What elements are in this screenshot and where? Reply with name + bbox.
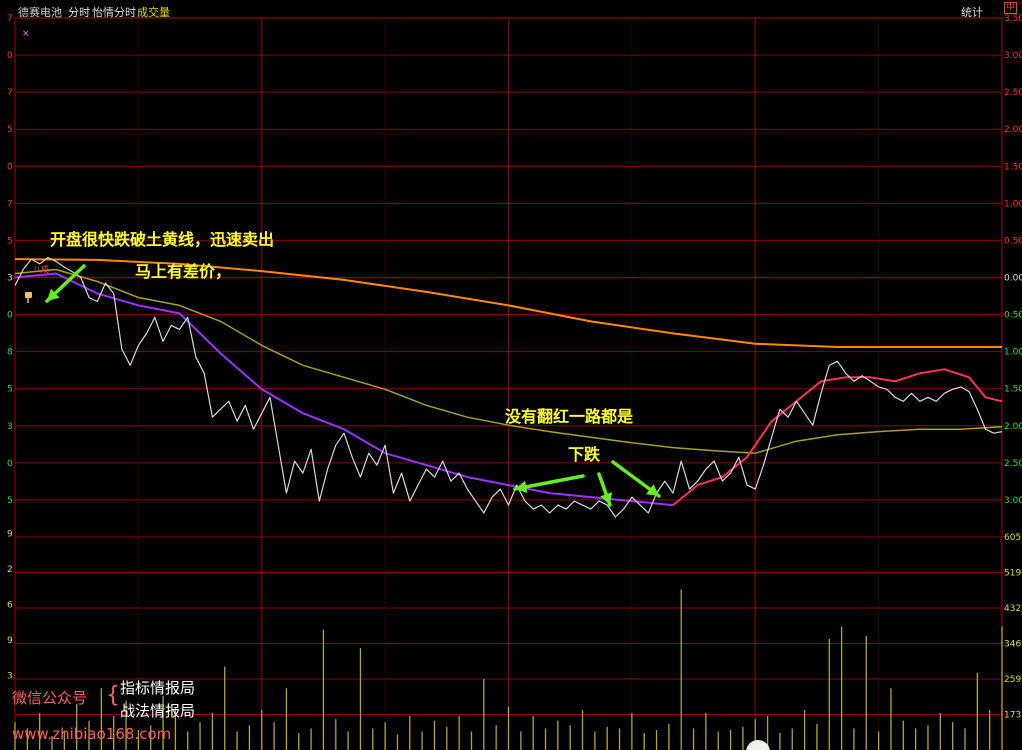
price-axis-tick-label: 2.00% (1004, 422, 1022, 432)
price-axis-tick-label: 2.50% (1004, 459, 1022, 469)
price-axis-tick-label: 0.50% (1004, 236, 1022, 246)
volume-left-tick-label: 6 (7, 601, 13, 611)
left-axis-tick-label: 5 (7, 496, 13, 506)
price-axis-tick-label: 2.50% (1004, 88, 1022, 98)
price-axis-tick-label: 1.00% (1004, 199, 1022, 209)
left-axis-tick-label: 7 (7, 14, 13, 24)
tab-volume[interactable]: 成交量 (137, 4, 170, 20)
volume-axis-tick-label: 173 (1004, 711, 1021, 721)
left-axis-tick-label: 8 (7, 348, 13, 358)
volume-left-tick-label: 2 (7, 565, 13, 575)
left-axis-tick-label: 0 (7, 51, 13, 61)
watermark-brand-2: 战法情报局 (120, 702, 196, 720)
volume-axis-tick-label: 432 (1004, 604, 1021, 614)
trade-marker-icon (25, 292, 32, 298)
price-axis-tick-label: 1.50% (1004, 385, 1022, 395)
left-axis-tick-label: 3 (7, 274, 13, 284)
left-axis-tick-label: 7 (7, 199, 13, 209)
volume-left-tick-label: 9 (7, 530, 13, 540)
volume-left-tick-label: 9 (7, 636, 13, 646)
small-marker-label: 八成 (33, 265, 49, 274)
chart-background (0, 0, 1022, 750)
left-axis-tick-label: 0 (7, 162, 13, 172)
tab-intraday[interactable]: 分时 (68, 4, 90, 20)
indicator-star-icon: × (22, 29, 30, 39)
watermark-brace: { (106, 683, 120, 708)
stats-button[interactable]: 统计 (961, 4, 983, 20)
watermark-url: www.zhibiao168.com (12, 725, 172, 743)
price-axis-tick-label: 1.00% (1004, 348, 1022, 358)
price-axis-tick-label: 3.00% (1004, 51, 1022, 61)
volume-axis-tick-label: 259 (1004, 675, 1021, 685)
volume-axis-tick-label: 346 (1004, 640, 1021, 650)
volume-axis-tick-label: 519 (1004, 569, 1021, 579)
left-axis-tick-label: 5 (7, 125, 13, 135)
annotation-sell-note: 开盘很快跌破土黄线，迅速卖出 (50, 230, 275, 249)
watermark-brand-1: 指标情报局 (120, 679, 196, 697)
watermark-wechat-label: 微信公众号 (12, 689, 88, 707)
left-axis-tick-label: 0 (7, 459, 13, 469)
left-axis-tick-label: 5 (7, 236, 13, 246)
price-axis-tick-label: 1.50% (1004, 162, 1022, 172)
price-axis-tick-label: 2.00% (1004, 125, 1022, 135)
annotation-falling-note: 没有翻红一路都是 (505, 407, 634, 426)
stock-name: 德赛电池 (18, 6, 62, 19)
intraday-chart[interactable]: 3.50% 3.00% 2.50% 2.00% 1.50% 1.00% 0.50% 0.00%… (0, 0, 1022, 750)
left-axis-tick-label: 3 (7, 422, 13, 432)
price-axis-tick-label: 0.50% (1004, 311, 1022, 321)
tab-sentiment-intraday[interactable]: 怡情分时 (92, 4, 136, 20)
left-axis-tick-label: 0 (7, 311, 13, 321)
left-axis-tick-label: 7 (7, 88, 13, 98)
corner-button[interactable]: 中 (1004, 2, 1018, 14)
left-axis-tick-label: 5 (7, 385, 13, 395)
annotation-falling-note-2: 下跌 (568, 445, 601, 464)
price-axis-tick-label: 3.50% (1004, 14, 1022, 24)
volume-axis-tick-label: 605 (1004, 533, 1021, 543)
price-axis-tick-label: 3.00% (1004, 496, 1022, 506)
annotation-spread-note: 马上有差价， (135, 262, 232, 281)
price-axis-tick-label: 0.00% (1004, 274, 1022, 284)
volume-left-tick-label: 3 (7, 672, 13, 682)
